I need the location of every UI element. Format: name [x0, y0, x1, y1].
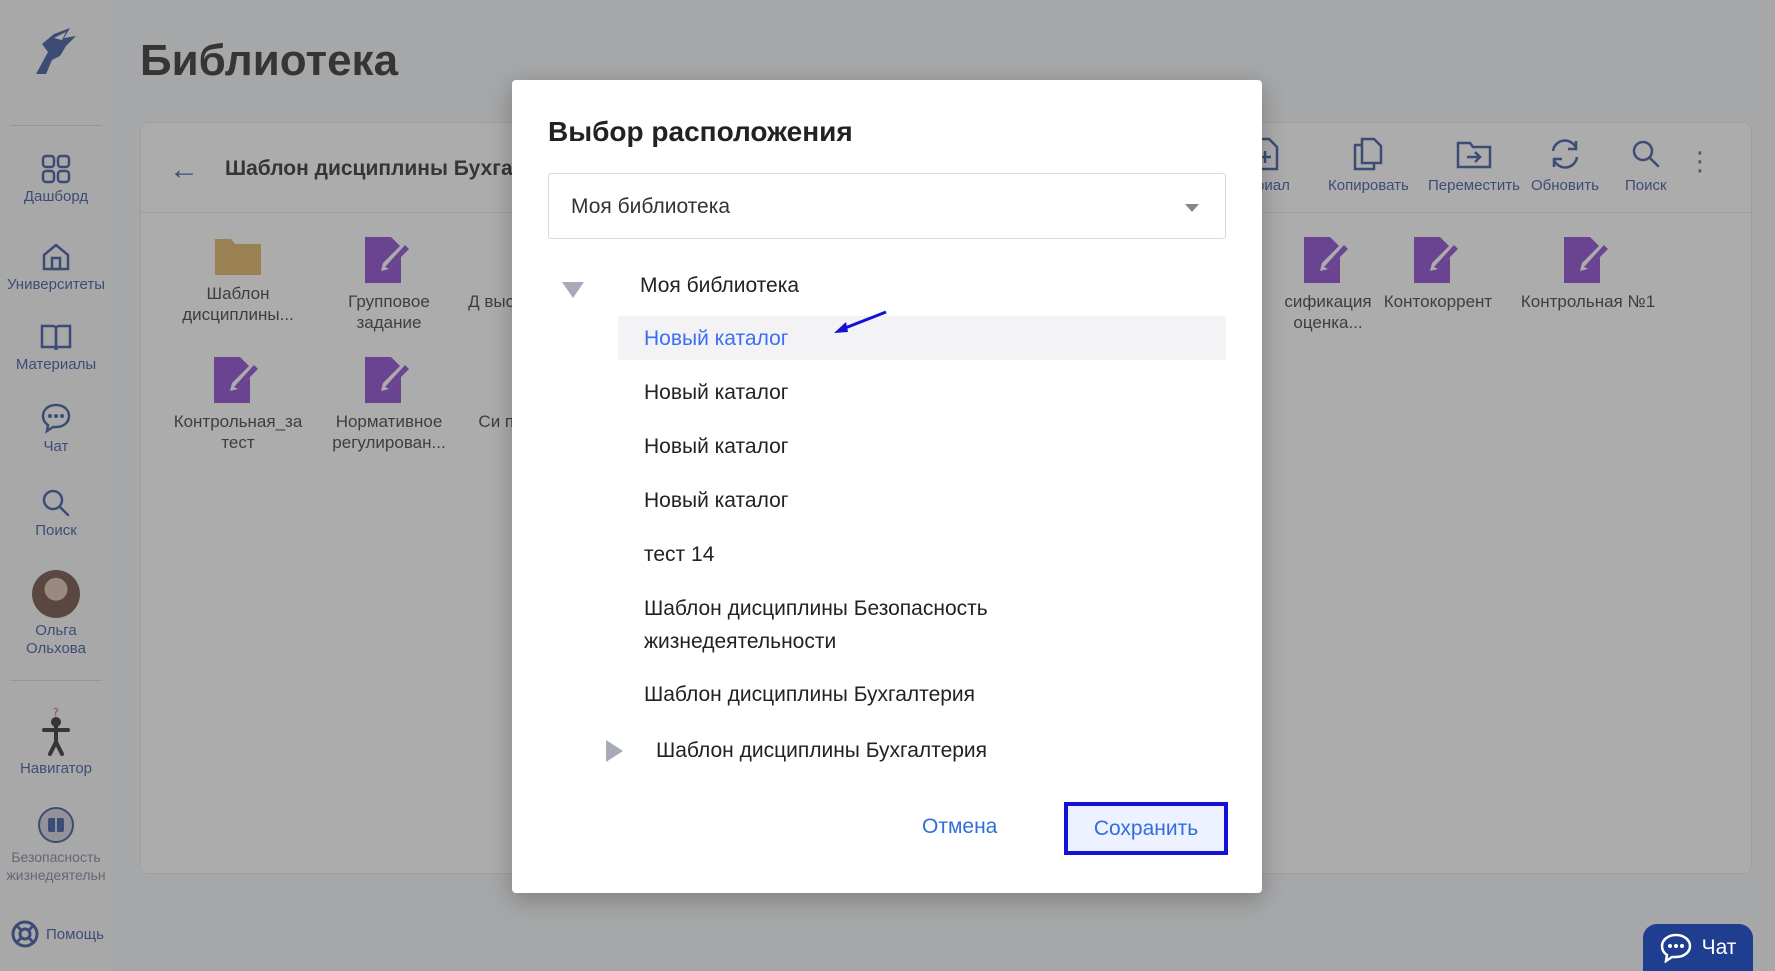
tree-collapse-icon[interactable] — [606, 740, 623, 762]
library-select[interactable]: Моя библиотека — [548, 173, 1226, 239]
tree-item[interactable]: Шаблон дисциплины Бухгалтерия — [630, 728, 1226, 772]
tree-item-label: Шаблон дисциплины Бухгалтерия — [644, 683, 976, 706]
tree-item-label: Новый каталог — [644, 327, 789, 350]
tree-item-label: тест 14 — [644, 543, 715, 566]
tree-item[interactable]: Новый каталог — [618, 478, 1226, 522]
tree-item[interactable]: Новый каталог — [618, 316, 1226, 360]
tree-item[interactable]: Новый каталог — [618, 424, 1226, 468]
dialog-title: Выбор расположения — [548, 116, 853, 147]
chat-fab-button[interactable]: Чат — [1643, 924, 1753, 971]
annotation-arrow-icon — [834, 310, 887, 333]
tree-item-label: Новый каталог — [644, 381, 789, 404]
tree-item[interactable]: Шаблон дисциплины Безопасность жизнедеят… — [618, 592, 1226, 662]
select-value: Моя библиотека — [571, 195, 731, 218]
chat-fab-label: Чат — [1701, 935, 1737, 959]
tree-root-item[interactable]: Моя библиотека — [640, 274, 799, 298]
tree-item[interactable]: Новый каталог — [618, 370, 1226, 414]
tree-item-label: Шаблон дисциплины Безопасность жизнедеят… — [644, 597, 988, 653]
caret-down-icon — [1185, 204, 1199, 212]
tree-item[interactable]: тест 14 — [618, 532, 1226, 576]
tree-expand-icon[interactable] — [562, 282, 584, 298]
tree-item[interactable]: Шаблон дисциплины Бухгалтерия — [618, 672, 1226, 716]
cancel-button[interactable]: Отмена — [922, 815, 997, 839]
location-picker-dialog: Выбор расположения Моя библиотека Моя би… — [512, 80, 1262, 893]
tree-item-label: Новый каталог — [644, 435, 789, 458]
tree-item-label: Новый каталог — [644, 489, 789, 512]
tree-item-label: Шаблон дисциплины Бухгалтерия — [656, 739, 988, 762]
save-button[interactable]: Сохранить — [1064, 802, 1228, 855]
chat-bubble-icon — [1660, 933, 1691, 963]
